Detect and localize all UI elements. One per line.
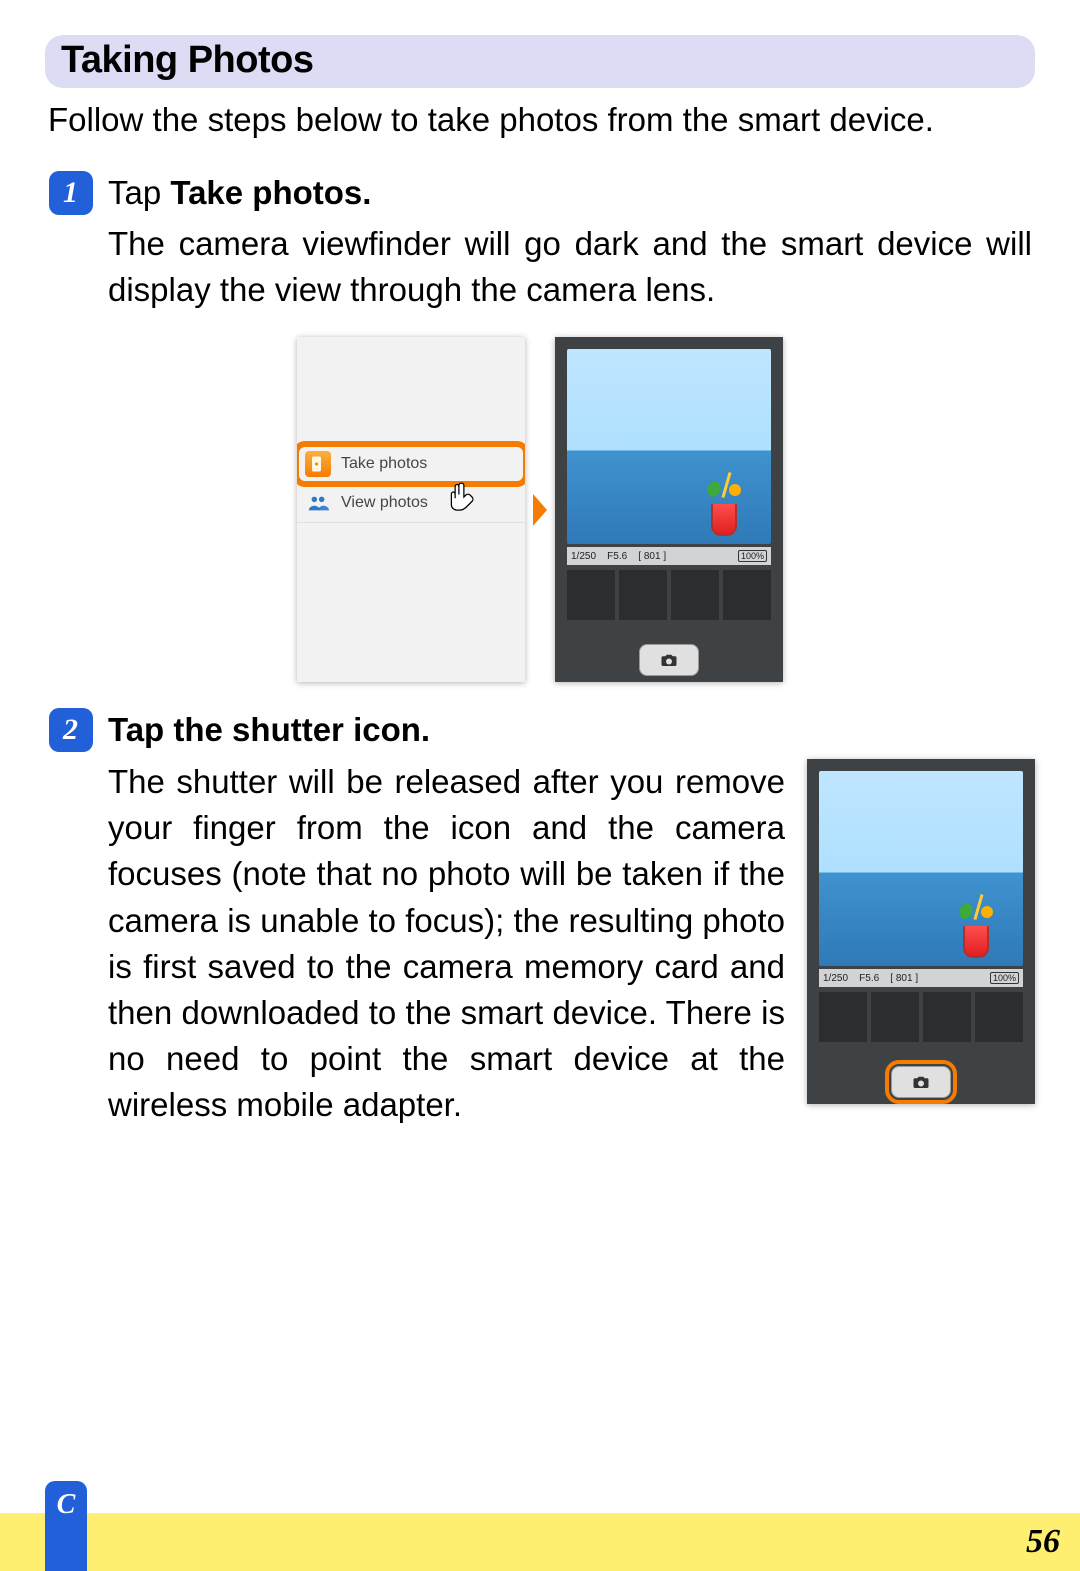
step-1-title: Tap Take photos. <box>108 171 371 216</box>
camera-icon <box>912 1073 930 1091</box>
live-viewfinder <box>567 349 771 544</box>
thumbnail-slot <box>923 992 971 1042</box>
page-footer: 56 <box>0 1513 1080 1571</box>
step-2-title: Tap the shutter icon. <box>108 708 430 753</box>
shots-remaining: [ 801 ] <box>890 973 918 984</box>
battery-indicator: 100% <box>990 972 1019 984</box>
manual-page: Taking Photos Follow the steps below to … <box>0 0 1080 1571</box>
section-tab: C <box>45 1481 87 1571</box>
step-1-screenshots: Take photos View photos 1/25 <box>45 337 1035 682</box>
live-viewfinder <box>819 771 1023 966</box>
infobar-left: 1/250 F5.6 [ 801 ] <box>823 973 918 984</box>
shutter-area <box>555 644 783 676</box>
step-1-title-prefix: Tap <box>108 174 170 211</box>
view-photos-icon <box>305 490 331 516</box>
shutter-speed: 1/250 <box>823 973 848 984</box>
infobar-left: 1/250 F5.6 [ 801 ] <box>571 551 666 562</box>
shutter-area <box>807 1066 1035 1098</box>
menu-item-take-photos-label: Take photos <box>341 455 427 473</box>
shutter-button[interactable] <box>639 644 699 676</box>
battery-indicator: 100% <box>738 550 767 562</box>
step-2-title-bold: Tap the shutter icon. <box>108 711 430 748</box>
thumbnail-strip <box>567 570 771 620</box>
thumbnail-slot <box>975 992 1023 1042</box>
step-1-body: The camera viewfinder will go dark and t… <box>108 221 1032 313</box>
step-2-header: 2 Tap the shutter icon. <box>49 708 1032 753</box>
camera-icon <box>660 651 678 669</box>
section-intro: Follow the steps below to take photos fr… <box>48 98 1032 143</box>
shutter-button[interactable] <box>891 1066 951 1098</box>
section-heading: Taking Photos <box>45 35 1035 88</box>
step-2-screenshot-wrap: 1/250 F5.6 [ 801 ] 100% <box>807 759 1035 1129</box>
thumbnail-slot <box>619 570 667 620</box>
step-1-title-bold: Take photos. <box>170 174 371 211</box>
step-2-content: The shutter will be released after you r… <box>45 759 1035 1129</box>
step-2-body: The shutter will be released after you r… <box>108 759 785 1129</box>
menu-item-take-photos[interactable]: Take photos <box>297 445 525 484</box>
arrow-right-icon <box>533 494 547 526</box>
step-1-badge: 1 <box>49 171 93 215</box>
liveview-screenshot-1: 1/250 F5.6 [ 801 ] 100% <box>555 337 783 682</box>
step-1-header: 1 Tap Take photos. <box>49 171 1032 216</box>
viewfinder-info-bar: 1/250 F5.6 [ 801 ] 100% <box>819 969 1023 987</box>
thumbnail-slot <box>871 992 919 1042</box>
sample-subject <box>957 900 993 958</box>
thumbnail-slot <box>819 992 867 1042</box>
aperture: F5.6 <box>859 973 879 984</box>
page-number: 56 <box>1026 1523 1060 1561</box>
aperture: F5.6 <box>607 551 627 562</box>
sample-subject <box>705 478 741 536</box>
shots-remaining: [ 801 ] <box>638 551 666 562</box>
menu-item-view-photos-label: View photos <box>341 494 428 512</box>
shutter-speed: 1/250 <box>571 551 596 562</box>
liveview-screenshot-2: 1/250 F5.6 [ 801 ] 100% <box>807 759 1035 1104</box>
menu-item-view-photos[interactable]: View photos <box>297 484 525 523</box>
app-menu-screenshot: Take photos View photos <box>297 337 525 682</box>
take-photos-icon <box>305 451 331 477</box>
step-2-badge: 2 <box>49 708 93 752</box>
thumbnail-strip <box>819 992 1023 1042</box>
spacer <box>297 337 525 445</box>
thumbnail-slot <box>567 570 615 620</box>
thumbnail-slot <box>723 570 771 620</box>
viewfinder-info-bar: 1/250 F5.6 [ 801 ] 100% <box>567 547 771 565</box>
thumbnail-slot <box>671 570 719 620</box>
